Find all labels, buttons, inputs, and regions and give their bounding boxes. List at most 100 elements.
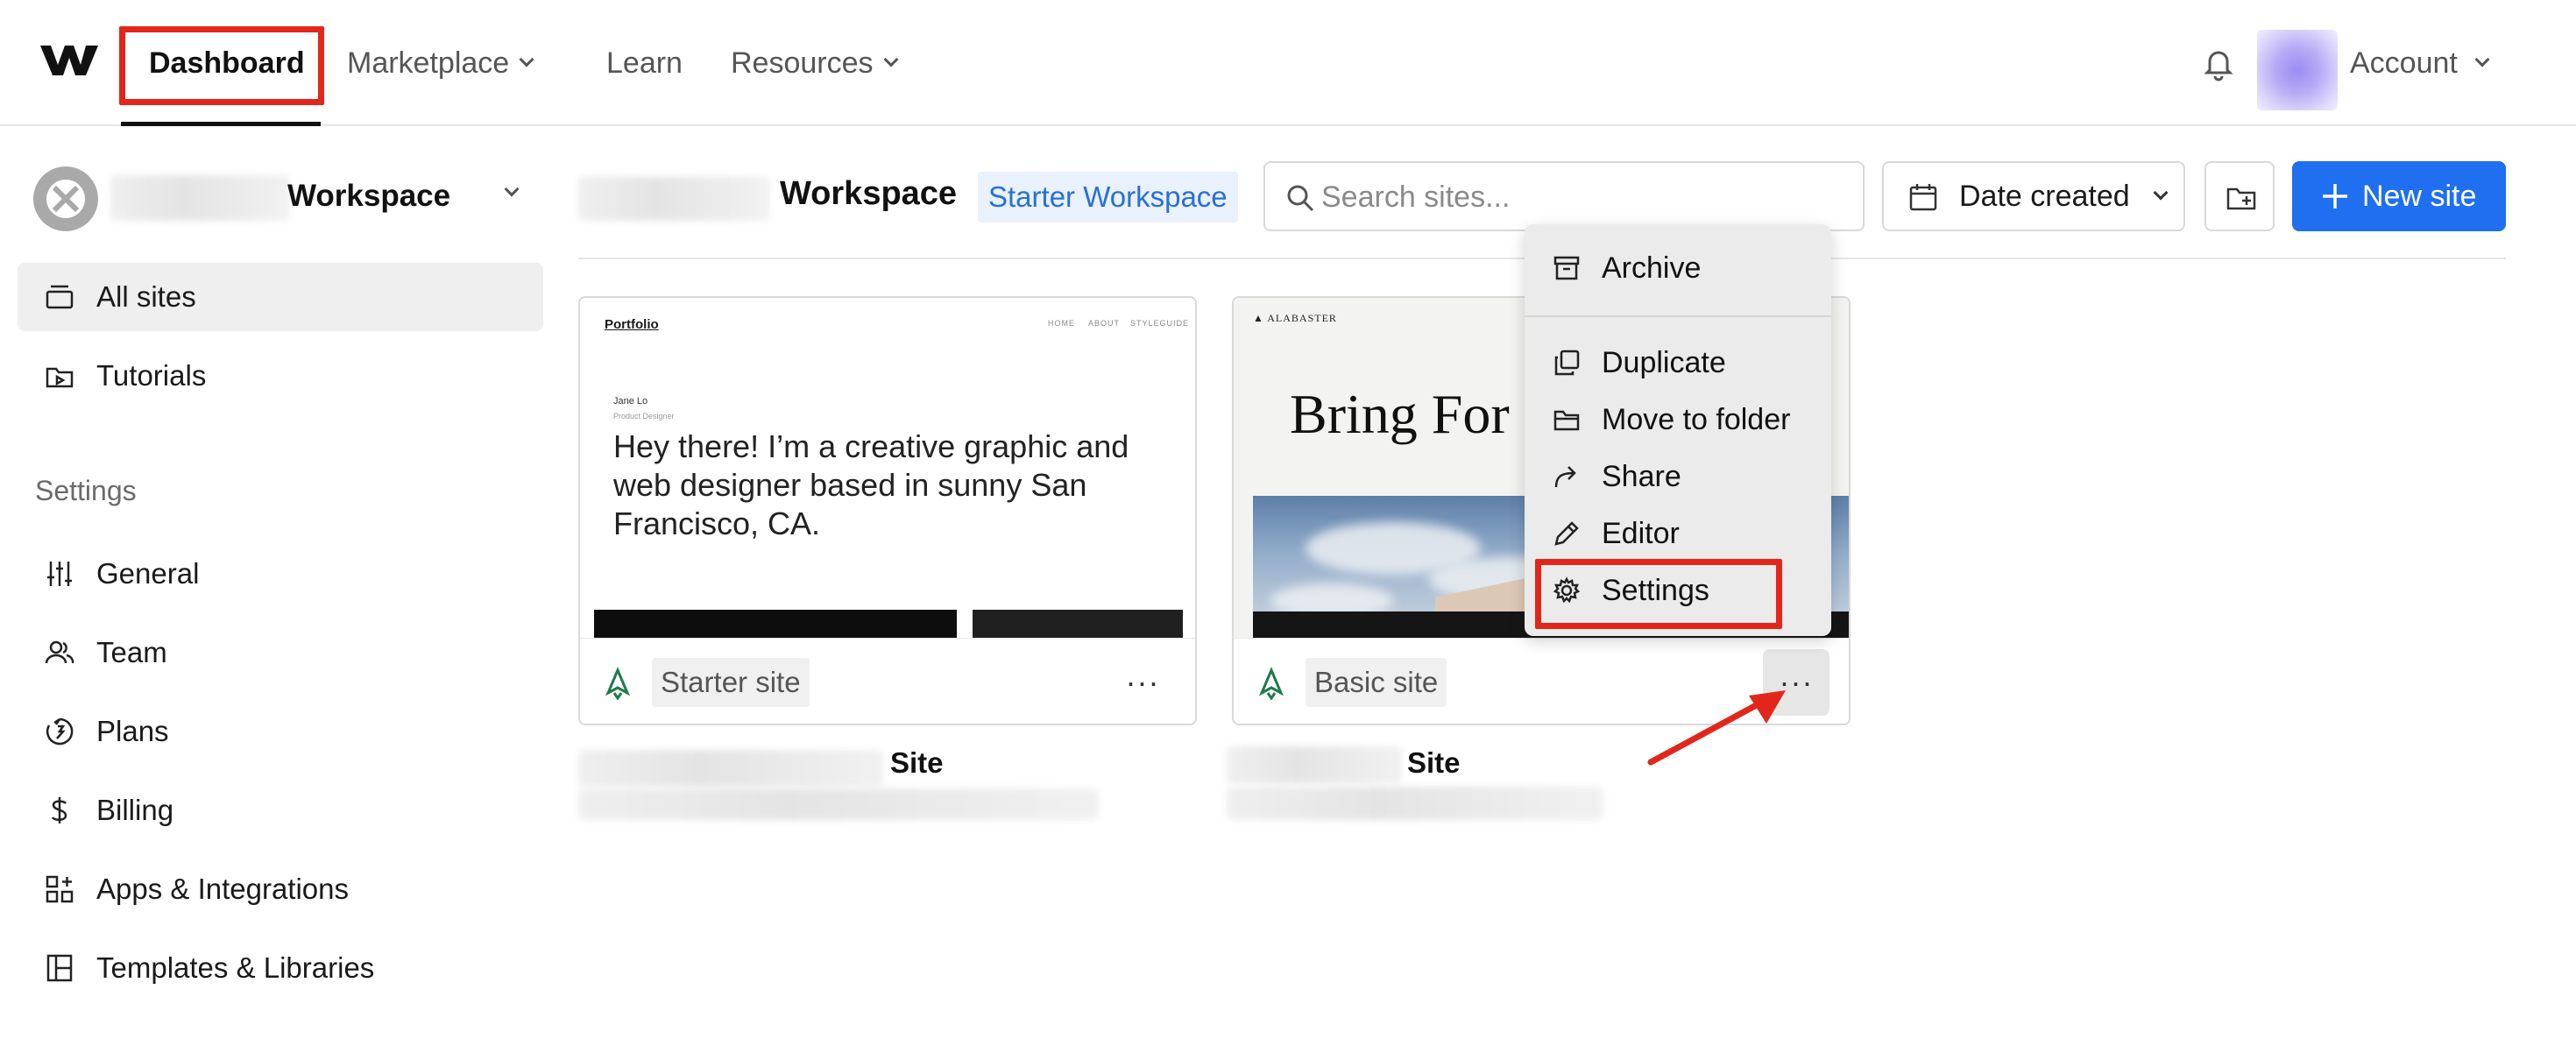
preview-headline: Bring For (1290, 383, 1510, 445)
rocket-icon (1258, 667, 1284, 700)
nav-marketplace[interactable]: Marketplace (347, 42, 534, 84)
sidebar-item-templates[interactable]: Templates & Libraries (18, 934, 543, 1002)
workspace-plan-label: Starter Workspace (988, 180, 1228, 213)
nav-marketplace-label: Marketplace (347, 46, 510, 80)
sort-dropdown[interactable]: Date created (1882, 161, 2185, 231)
webflow-logo-icon[interactable] (40, 42, 98, 77)
sidebar-item-general[interactable]: General (18, 540, 543, 608)
nav-resources[interactable]: Resources (731, 42, 899, 84)
sidebar-item-label: General (96, 557, 200, 590)
preview-logo-text: ALABASTER (1267, 312, 1337, 324)
tutorials-icon (46, 367, 74, 388)
site-card[interactable]: Portfolio HOME ABOUT STYLEGUIDE Jane Lo … (578, 296, 1197, 725)
chevron-down-icon (2153, 185, 2169, 201)
workspace-avatar[interactable] (33, 166, 98, 231)
menu-item-editor[interactable]: Editor (1525, 505, 1831, 562)
site-name[interactable]: Site (890, 746, 944, 780)
ellipsis-icon: ··· (1125, 664, 1160, 700)
templates-icon (46, 954, 73, 982)
nav-learn[interactable]: Learn (606, 42, 683, 84)
menu-item-move-to-folder[interactable]: Move to folder (1525, 392, 1831, 448)
sidebar-item-label: Apps & Integrations (96, 873, 350, 905)
redacted-text (578, 788, 1099, 820)
site-plan-badge: Basic site (1306, 658, 1447, 707)
pencil-icon (1554, 521, 1579, 546)
chevron-down-icon (883, 52, 899, 67)
chevron-down-icon[interactable] (504, 181, 520, 197)
sites-icon (46, 285, 74, 309)
menu-item-label: Settings (1602, 573, 1709, 607)
sidebar-item-label: Billing (96, 794, 174, 826)
nav-dashboard[interactable]: Dashboard (149, 42, 305, 84)
new-folder-button[interactable] (2204, 161, 2275, 231)
share-icon (1554, 466, 1576, 488)
preview-headline: Hey there! I’m a creative graphic and we… (613, 428, 1129, 541)
redacted-text (578, 177, 769, 221)
site-preview-thumbnail[interactable]: Portfolio HOME ABOUT STYLEGUIDE Jane Lo … (580, 298, 1195, 638)
plans-icon (46, 717, 74, 746)
preview-nav-item: ABOUT (1088, 319, 1121, 328)
workspace-name: Workspace (287, 179, 451, 213)
sidebar-item-team[interactable]: Team (18, 618, 543, 687)
menu-item-label: Archive (1602, 251, 1702, 285)
preview-logo: Portfolio (605, 317, 659, 332)
user-avatar[interactable] (2257, 30, 2338, 110)
preview-logo: ▲ ALABASTER (1253, 312, 1337, 325)
folder-icon (1553, 410, 1580, 431)
nav-dashboard-label: Dashboard (149, 46, 305, 80)
bell-icon[interactable] (2199, 44, 2238, 82)
team-icon (45, 640, 74, 664)
menu-item-settings[interactable]: Settings (1525, 562, 1831, 618)
search-field[interactable] (1263, 161, 1865, 231)
menu-item-duplicate[interactable]: Duplicate (1525, 335, 1831, 391)
workspace-logo-icon (46, 180, 85, 218)
search-input[interactable] (1321, 172, 1847, 223)
preview-image-block (973, 610, 1183, 638)
dollar-icon (51, 797, 67, 823)
nav-learn-label: Learn (606, 46, 683, 80)
plus-icon (2323, 184, 2347, 209)
alabaster-mark-icon: ▲ (1253, 312, 1264, 324)
menu-item-label: Editor (1602, 516, 1680, 550)
sort-label: Date created (1959, 179, 2130, 213)
new-site-label: New site (2362, 179, 2477, 213)
redacted-text (1227, 787, 1603, 820)
preview-nav-item: STYLEGUIDE (1130, 319, 1190, 328)
sidebar-item-label: Team (96, 636, 167, 668)
sliders-icon (47, 562, 72, 586)
sidebar-item-billing[interactable]: Billing (18, 776, 543, 845)
menu-item-label: Duplicate (1602, 345, 1726, 379)
annotation-arrow-icon (1647, 690, 1786, 766)
sidebar-item-label: All sites (96, 280, 196, 313)
search-icon (1287, 185, 1314, 212)
preview-person-name: Jane Lo (613, 396, 648, 406)
sidebar-item-plans[interactable]: Plans (18, 697, 543, 766)
site-name[interactable]: Site (1407, 746, 1461, 780)
chevron-down-icon (519, 52, 534, 67)
chevron-down-icon (2474, 52, 2490, 67)
workspace-switcher[interactable]: Workspace (287, 179, 450, 214)
rocket-icon (605, 667, 631, 700)
preview-image-block (594, 610, 957, 638)
redacted-text (110, 175, 289, 221)
nav-resources-label: Resources (731, 46, 874, 80)
menu-item-archive[interactable]: Archive (1525, 240, 1831, 296)
sidebar-item-apps[interactable]: Apps & Integrations (18, 855, 543, 923)
menu-item-label: Move to folder (1602, 402, 1791, 436)
sidebar-item-tutorials[interactable]: Tutorials (18, 342, 543, 410)
sidebar-item-all-sites[interactable]: All sites (18, 263, 543, 331)
account-label: Account (2350, 46, 2458, 80)
new-site-button[interactable]: New site (2292, 161, 2506, 231)
more-options-button[interactable]: ··· (1109, 649, 1176, 716)
menu-item-share[interactable]: Share (1525, 449, 1831, 505)
calendar-icon (1909, 184, 1937, 211)
active-tab-indicator (121, 122, 321, 126)
sidebar-item-label: Plans (96, 715, 169, 747)
settings-section-label: Settings (35, 475, 137, 506)
account-menu[interactable]: Account (2350, 42, 2490, 84)
site-card-footer: Starter site ··· (580, 638, 1195, 724)
workspace-plan-badge: Starter Workspace (978, 172, 1238, 223)
gear-icon (1553, 576, 1581, 604)
redacted-text (1227, 746, 1402, 783)
sidebar-item-label: Tutorials (96, 359, 207, 392)
